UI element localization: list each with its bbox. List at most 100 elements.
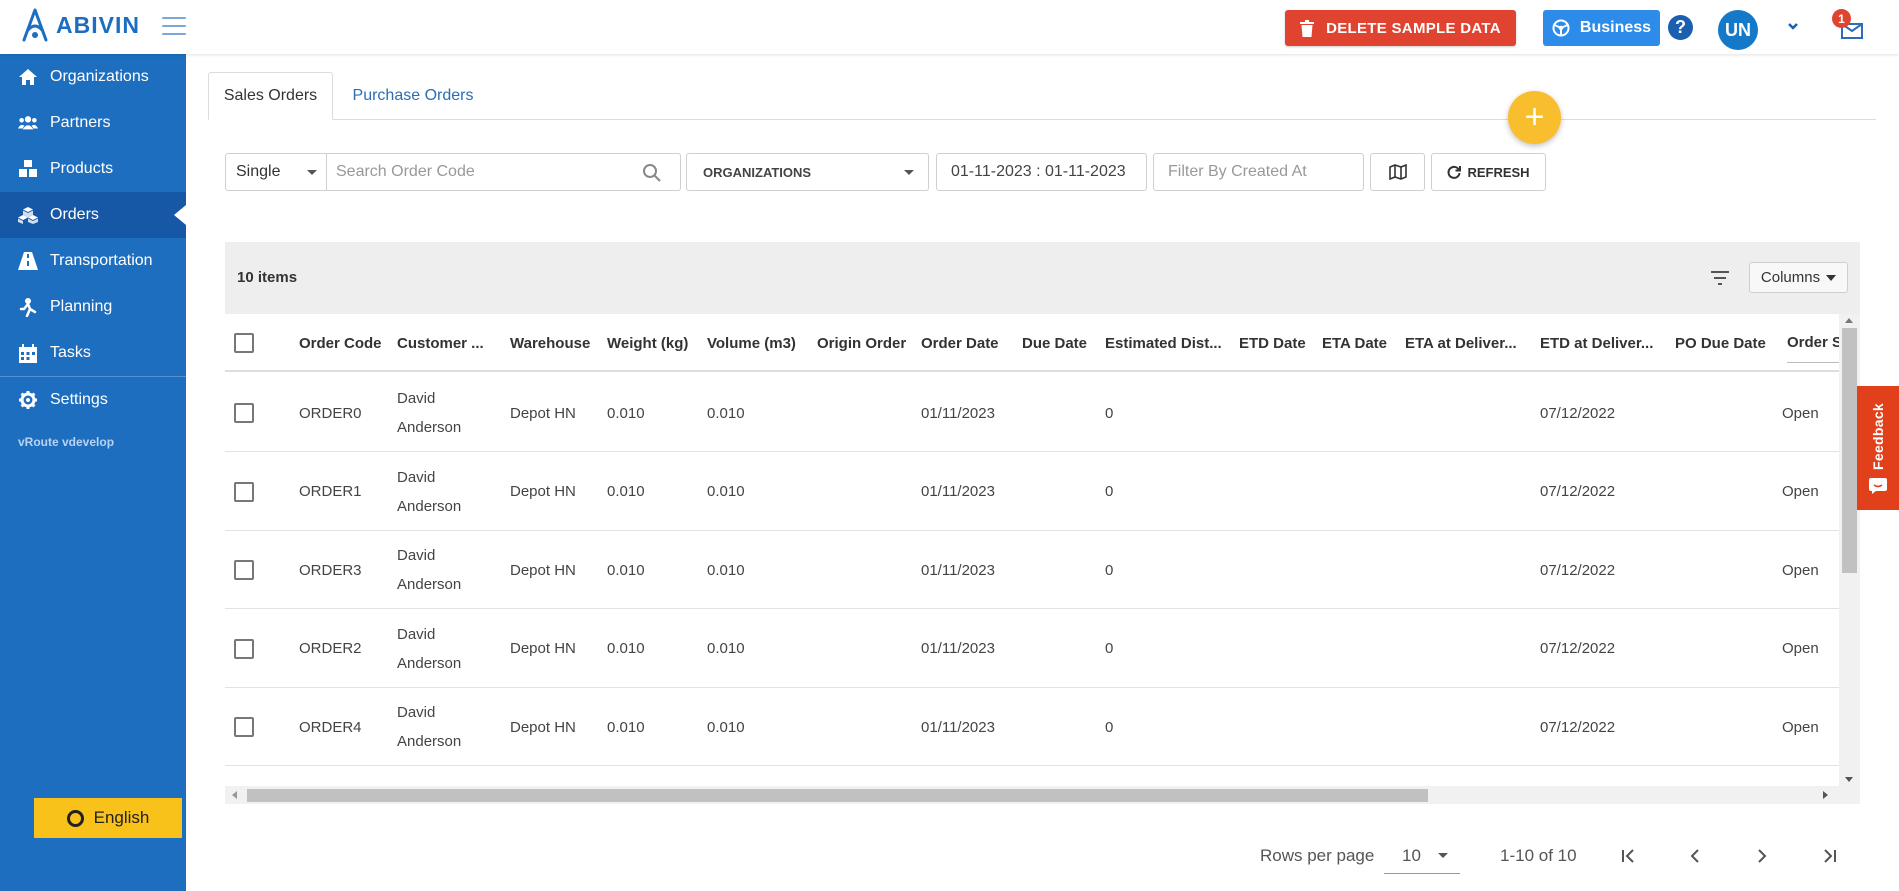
column-header[interactable]: Origin Order — [817, 314, 909, 372]
sidebar-item-settings[interactable]: Settings — [0, 377, 186, 423]
table-cell: 0.010 — [607, 561, 645, 579]
column-header[interactable]: Weight (kg) — [607, 314, 697, 372]
table-cell: Open — [1782, 561, 1819, 579]
row-checkbox[interactable] — [234, 560, 254, 580]
chevron-down-icon[interactable] — [1785, 18, 1801, 34]
rows-per-page-select[interactable]: 10 — [1384, 838, 1460, 874]
date-range-field[interactable]: 01-11-2023 : 01-11-2023 — [936, 153, 1147, 191]
search-input[interactable]: Search Order Code — [336, 163, 475, 181]
column-header[interactable]: Customer ... — [397, 314, 485, 372]
table-row[interactable]: ORDER3 David Anderson Depot HN 0.010 0.010 01… — [225, 531, 1839, 609]
business-button[interactable]: Business — [1543, 10, 1660, 46]
vertical-scrollbar[interactable] — [1839, 314, 1860, 786]
map-view-button[interactable] — [1370, 153, 1425, 191]
avatar[interactable]: UN — [1718, 10, 1758, 50]
created-at-filter[interactable]: Filter By Created At — [1153, 153, 1364, 191]
column-header[interactable]: ETD at Deliver... — [1540, 314, 1662, 372]
column-header[interactable]: Order S — [1787, 323, 1839, 363]
language-button[interactable]: English — [34, 798, 182, 838]
app-version: vRoute vdevelop — [18, 435, 115, 449]
vertical-scroll-thumb[interactable] — [1842, 328, 1857, 573]
scroll-right-arrow-icon[interactable] — [1823, 791, 1828, 799]
sidebar-item-orders[interactable]: Orders — [0, 192, 186, 238]
column-header[interactable]: Volume (m3) — [707, 314, 803, 372]
column-header[interactable]: PO Due Date — [1675, 314, 1770, 372]
sidebar-item-products[interactable]: Products — [0, 146, 186, 192]
table-toolbar: 10 items Columns — [225, 242, 1860, 314]
notification-badge: 1 — [1832, 9, 1851, 28]
orders-table: 10 items Columns Order Code Customer ...… — [225, 242, 1860, 812]
table-cell: 07/12/2022 — [1540, 640, 1616, 657]
table-grid: Order Code Customer ... Warehouse Weight… — [225, 314, 1839, 786]
table-row[interactable]: David — [225, 767, 1839, 787]
table-cell: 0.010 — [707, 404, 745, 422]
first-page-icon[interactable] — [1615, 842, 1643, 870]
caret-down-icon — [307, 170, 317, 175]
table-row[interactable]: ORDER4 David Anderson Depot HN 0.010 0.010 01… — [225, 688, 1839, 766]
table-cell: 0 — [1105, 718, 1114, 736]
column-header[interactable]: Order Date — [921, 314, 1003, 372]
sidebar-item-label: Orders — [50, 206, 99, 223]
items-count: 10 items — [237, 269, 298, 286]
search-icon[interactable] — [642, 163, 662, 183]
column-header[interactable]: Warehouse — [510, 314, 595, 372]
organizations-select[interactable]: ORGANIZATIONS — [686, 153, 929, 191]
language-circle-icon — [66, 809, 84, 827]
sidebar-item-label: Planning — [50, 298, 113, 315]
table-cell: 01/11/2023 — [921, 640, 995, 657]
table-cell: 0 — [1105, 404, 1114, 422]
filter-lines-icon[interactable] — [1709, 268, 1731, 288]
table-cell: 0.010 — [607, 483, 645, 500]
table-cell: Open — [1782, 718, 1819, 736]
horizontal-scroll-thumb[interactable] — [247, 789, 1428, 802]
add-order-button[interactable]: + — [1508, 91, 1561, 144]
scroll-up-arrow-icon[interactable] — [1845, 318, 1853, 323]
columns-label: Columns — [1760, 269, 1821, 286]
sidebar-item-transportation[interactable]: Transportation — [0, 238, 186, 284]
sidebar-item-label: Products — [50, 160, 114, 177]
table-cell: 01/11/2023 — [921, 718, 995, 736]
table-cell: ORDER4 — [299, 718, 362, 736]
row-checkbox[interactable] — [234, 717, 254, 737]
sidebar-item-tasks[interactable]: Tasks — [0, 330, 186, 376]
column-header[interactable]: ETD Date — [1239, 314, 1311, 372]
delete-sample-data-button[interactable]: DELETE SAMPLE DATA — [1285, 10, 1516, 46]
column-header[interactable]: Due Date — [1022, 314, 1092, 372]
tab-purchase-orders[interactable]: Purchase Orders — [338, 72, 488, 120]
column-header[interactable]: Order Code — [299, 314, 391, 372]
gear-icon — [18, 390, 38, 410]
steering-wheel-icon — [1552, 19, 1570, 37]
table-row[interactable]: ORDER1 David Anderson Depot HN 0.010 0.010 01… — [225, 453, 1839, 531]
sidebar-item-partners[interactable]: Partners — [0, 100, 186, 146]
help-icon[interactable]: ? — [1668, 15, 1693, 40]
column-header[interactable]: Estimated Dist... — [1105, 314, 1227, 372]
table-cell: 0.010 — [607, 718, 645, 736]
tab-sales-orders[interactable]: Sales Orders — [208, 72, 333, 120]
row-checkbox[interactable] — [234, 481, 254, 502]
previous-page-icon[interactable] — [1681, 842, 1709, 870]
horizontal-scrollbar[interactable] — [225, 786, 1860, 804]
column-header[interactable]: ETA at Deliver... — [1405, 314, 1527, 372]
abivin-logo[interactable]: ABIVIN — [20, 8, 140, 42]
column-header[interactable]: ETA Date — [1322, 314, 1394, 372]
sidebar-item-planning[interactable]: Planning — [0, 284, 186, 330]
select-all-checkbox[interactable] — [234, 333, 254, 353]
refresh-button[interactable]: REFRESH — [1431, 153, 1546, 191]
table-row[interactable]: ORDER2 David Anderson Depot HN 0.010 0.010 01… — [225, 610, 1839, 688]
table-cell: 07/12/2022 — [1540, 561, 1616, 579]
row-checkbox[interactable] — [234, 403, 254, 423]
top-bar: ABIVIN DELETE SAMPLE DATA Business ? UN … — [0, 0, 1899, 54]
search-mode-select[interactable]: Single — [225, 153, 327, 191]
scroll-left-arrow-icon[interactable] — [232, 791, 237, 799]
last-page-icon[interactable] — [1815, 842, 1843, 870]
row-checkbox[interactable] — [234, 638, 254, 659]
feedback-tab[interactable]: Feedback — [1857, 386, 1899, 510]
order-code-search[interactable]: Search Order Code — [326, 153, 681, 191]
boxes-icon — [18, 159, 38, 179]
hamburger-icon[interactable] — [162, 17, 186, 35]
table-row[interactable]: ORDER0 David Anderson Depot HN 0.010 0.010 01… — [225, 374, 1839, 452]
columns-button[interactable]: Columns — [1749, 262, 1848, 293]
sidebar-item-organizations[interactable]: Organizations — [0, 54, 186, 100]
scroll-down-arrow-icon[interactable] — [1845, 777, 1853, 782]
next-page-icon[interactable] — [1748, 842, 1776, 870]
